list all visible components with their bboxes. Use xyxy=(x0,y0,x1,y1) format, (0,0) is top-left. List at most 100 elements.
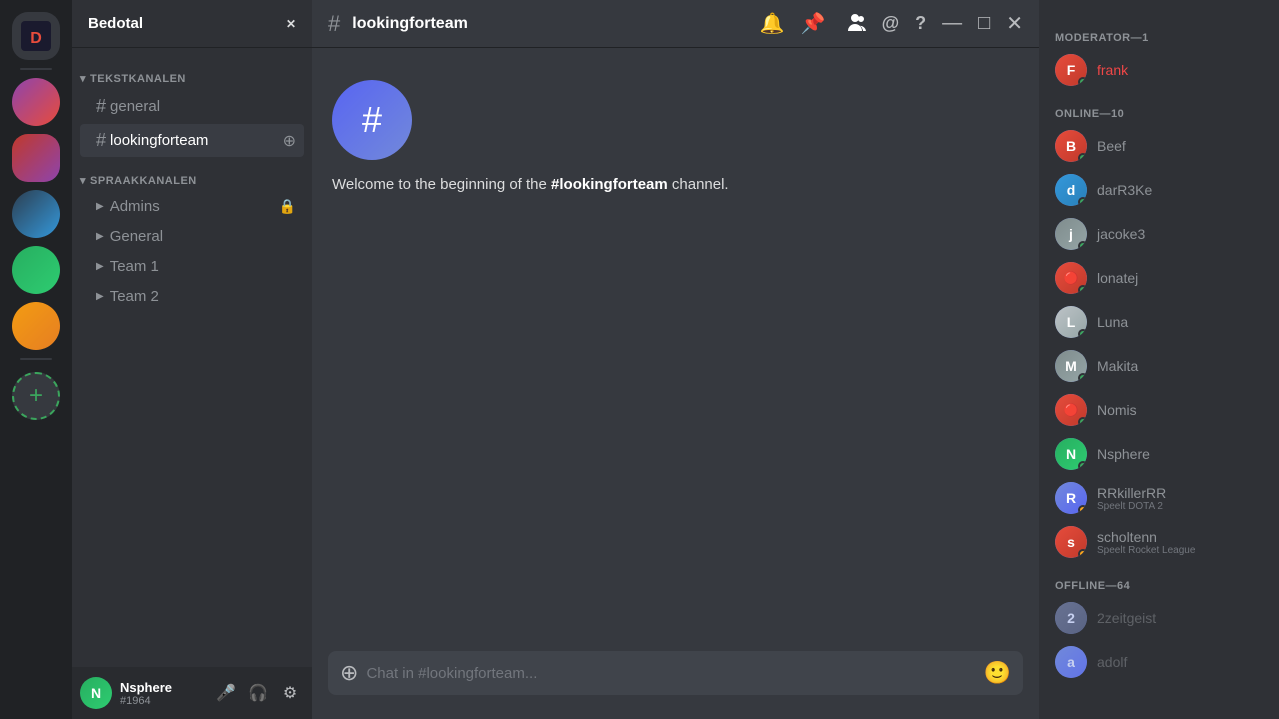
text-channels-category[interactable]: ▾ TEKSTKANALEN xyxy=(72,56,312,89)
member-subtext-scholtenn: Speelt Rocket League xyxy=(1097,545,1195,556)
settings-button[interactable]: ⚙ xyxy=(276,679,304,707)
member-item-darr3ke[interactable]: d darR3Ke xyxy=(1047,168,1271,212)
pin-icon[interactable]: 📌 xyxy=(801,11,826,36)
member-avatar-makita: M xyxy=(1055,350,1087,382)
server-divider-2 xyxy=(20,358,52,360)
header-channel-name: lookingforteam xyxy=(352,15,468,33)
server-header[interactable]: Bedotal ✕ xyxy=(72,0,312,48)
deafen-button[interactable]: 🎧 xyxy=(244,679,272,707)
user-panel: N Nsphere #1964 🎤 🎧 ⚙ xyxy=(72,667,312,719)
category-collapse-icon: ▾ xyxy=(80,72,86,85)
chat-input-area: ⊕ 🙂 xyxy=(312,651,1039,719)
server-icon-4[interactable] xyxy=(12,246,60,294)
svg-text:D: D xyxy=(30,30,42,47)
offline-category-label: OFFLINE—64 xyxy=(1047,564,1271,596)
status-dot xyxy=(1078,77,1087,86)
emoji-icon[interactable]: 🙂 xyxy=(984,660,1011,686)
mute-button[interactable]: 🎤 xyxy=(212,679,240,707)
member-name-beef: Beef xyxy=(1097,138,1126,154)
maximize-icon[interactable]: □ xyxy=(978,12,990,35)
channel-settings-icon[interactable]: ⊕ xyxy=(283,131,296,151)
user-tag: #1964 xyxy=(120,695,204,707)
member-avatar-frank: F xyxy=(1055,54,1087,86)
user-actions: 🎤 🎧 ⚙ xyxy=(212,679,304,707)
server-icon-3[interactable] xyxy=(12,190,60,238)
welcome-text: Welcome to the beginning of the #looking… xyxy=(332,176,1019,193)
voice-chevron-icon: ▶ xyxy=(96,201,104,212)
member-avatar-adolf: a xyxy=(1055,646,1087,678)
channel-name-lookingforteam: lookingforteam xyxy=(110,132,208,149)
member-item-frank[interactable]: F frank xyxy=(1047,48,1271,92)
member-avatar-lonatej: 🔴 xyxy=(1055,262,1087,294)
member-avatar-darr3ke: d xyxy=(1055,174,1087,206)
main-content: # lookingforteam 🔔 📌 @ ? — □ ✕ # Welcome… xyxy=(312,0,1039,719)
server-icon-1[interactable] xyxy=(12,78,60,126)
member-name-2zeitgeist: 2zeitgeist xyxy=(1097,610,1156,626)
minimize-icon[interactable]: — xyxy=(942,12,962,35)
hash-icon-2: # xyxy=(96,130,106,151)
voice-channel-admins[interactable]: ▶ Admins 🔒 xyxy=(80,192,304,221)
member-item-scholtenn[interactable]: s scholtenn Speelt Rocket League xyxy=(1047,520,1271,564)
member-name-rrkiller: RRkillerRR xyxy=(1097,485,1166,501)
channel-sidebar: Bedotal ✕ ▾ TEKSTKANALEN # general # loo… xyxy=(72,0,312,719)
server-divider xyxy=(20,68,52,70)
channel-item-lookingforteam[interactable]: # lookingforteam ⊕ xyxy=(80,124,304,157)
member-item-luna[interactable]: L Luna xyxy=(1047,300,1271,344)
header-actions: 🔔 📌 @ ? — □ ✕ xyxy=(760,11,1023,36)
channel-name-general: general xyxy=(110,98,160,115)
server-icon-5[interactable] xyxy=(12,302,60,350)
server-name: Bedotal xyxy=(88,15,143,32)
close-icon[interactable]: ✕ xyxy=(1006,11,1023,36)
welcome-message: # Welcome to the beginning of the #looki… xyxy=(312,64,1039,209)
voice-channel-name-team1: Team 1 xyxy=(110,258,159,275)
username: Nsphere xyxy=(120,680,204,695)
upload-icon[interactable]: ⊕ xyxy=(340,660,358,686)
member-name-makita: Makita xyxy=(1097,358,1138,374)
member-avatar-jacoke3: j xyxy=(1055,218,1087,250)
voice-chevron-icon-3: ▶ xyxy=(96,261,104,272)
member-info-rrkiller: RRkillerRR Speelt DOTA 2 xyxy=(1097,485,1166,512)
voice-channel-team1[interactable]: ▶ Team 1 xyxy=(80,252,304,281)
member-item-jacoke3[interactable]: j jacoke3 xyxy=(1047,212,1271,256)
voice-channel-name-team2: Team 2 xyxy=(110,288,159,305)
add-server-button[interactable]: + xyxy=(12,372,60,420)
message-input[interactable] xyxy=(366,665,975,682)
category-collapse-icon-2: ▾ xyxy=(80,174,86,187)
member-item-nsphere[interactable]: N Nsphere xyxy=(1047,432,1271,476)
server-icon-bedotal[interactable]: D xyxy=(12,12,60,60)
member-avatar-beef: B xyxy=(1055,130,1087,162)
hash-icon: # xyxy=(96,96,106,117)
chat-messages: # Welcome to the beginning of the #looki… xyxy=(312,48,1039,651)
header-hash-icon: # xyxy=(328,11,340,37)
dota-icon: D xyxy=(21,21,51,51)
bell-icon[interactable]: 🔔 xyxy=(760,11,785,36)
online-category-label: ONLINE—10 xyxy=(1047,92,1271,124)
member-subtext-rrkiller: Speelt DOTA 2 xyxy=(1097,501,1166,512)
voice-channel-team2[interactable]: ▶ Team 2 xyxy=(80,282,304,311)
server-icon-2[interactable] xyxy=(12,134,60,182)
member-item-nomis[interactable]: 🔴 Nomis xyxy=(1047,388,1271,432)
avatar: N xyxy=(80,677,112,709)
member-name-darr3ke: darR3Ke xyxy=(1097,182,1152,198)
chat-input-box: ⊕ 🙂 xyxy=(328,651,1023,695)
member-item-beef[interactable]: B Beef xyxy=(1047,124,1271,168)
voice-channel-general[interactable]: ▶ General xyxy=(80,222,304,251)
voice-channels-category[interactable]: ▾ SPRAAKKANALEN xyxy=(72,158,312,191)
help-icon[interactable]: ? xyxy=(915,13,926,34)
member-name-adolf: adolf xyxy=(1097,654,1127,670)
channel-item-general[interactable]: # general xyxy=(80,90,304,123)
member-avatar-luna: L xyxy=(1055,306,1087,338)
chat-header: # lookingforteam 🔔 📌 @ ? — □ ✕ xyxy=(312,0,1039,48)
member-item-makita[interactable]: M Makita xyxy=(1047,344,1271,388)
channel-list: ▾ TEKSTKANALEN # general # lookingfortea… xyxy=(72,48,312,667)
member-avatar-nsphere: N xyxy=(1055,438,1087,470)
member-item-rrkiller[interactable]: R RRkillerRR Speelt DOTA 2 xyxy=(1047,476,1271,520)
at-icon[interactable]: @ xyxy=(882,13,900,34)
member-name-nomis: Nomis xyxy=(1097,402,1137,418)
member-item-2zeitgeist[interactable]: 2 2zeitgeist xyxy=(1047,596,1271,640)
member-item-adolf[interactable]: a adolf xyxy=(1047,640,1271,684)
moderator-category-label: MODERATOR—1 xyxy=(1047,16,1271,48)
member-info-scholtenn: scholtenn Speelt Rocket League xyxy=(1097,529,1195,556)
member-item-lonatej[interactable]: 🔴 lonatej xyxy=(1047,256,1271,300)
members-icon[interactable] xyxy=(842,12,866,36)
